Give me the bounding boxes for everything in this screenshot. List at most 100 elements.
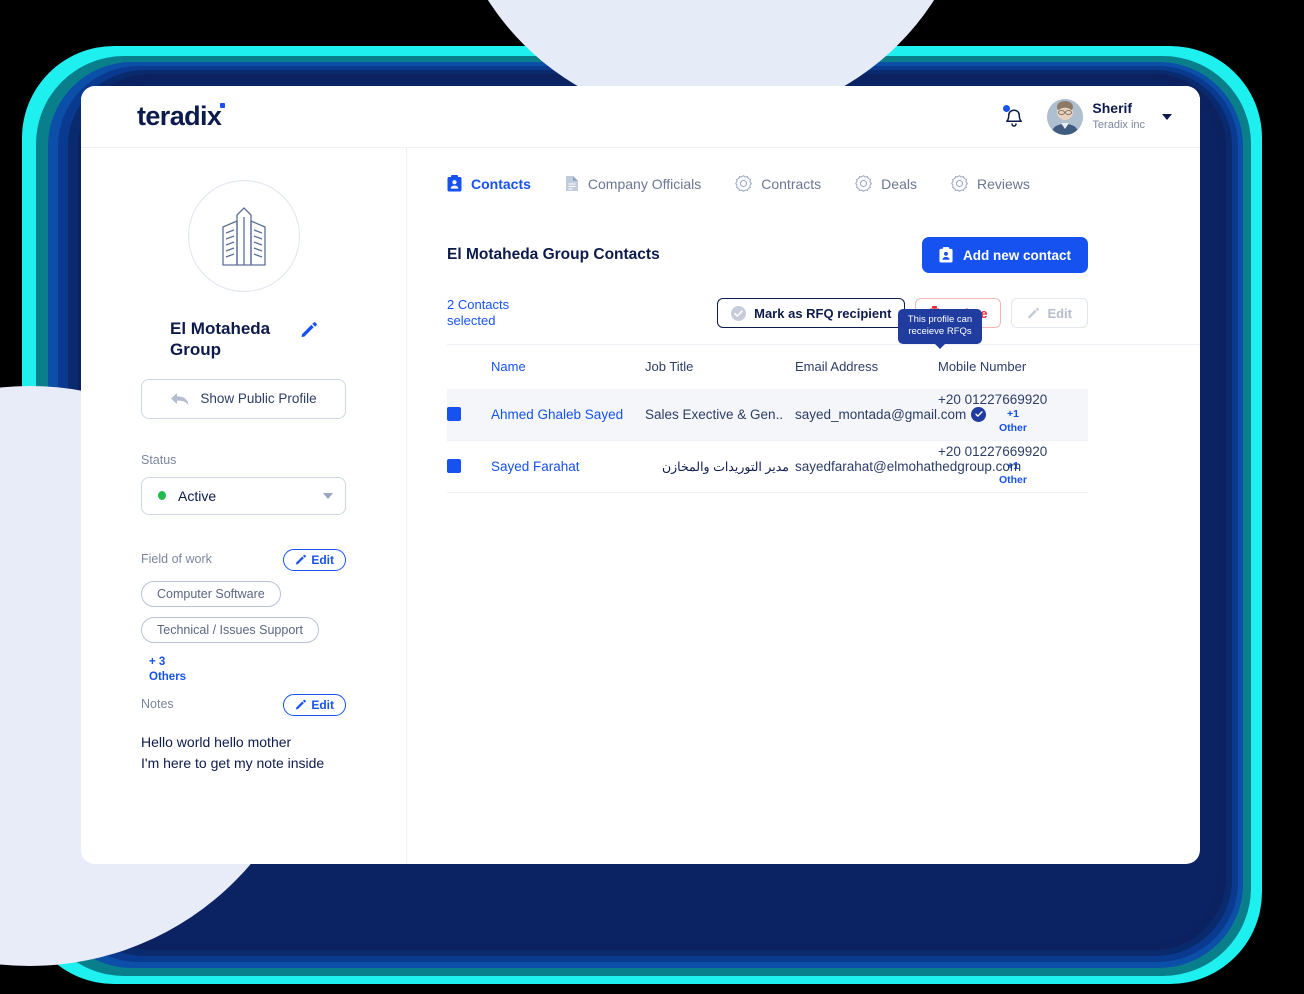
edit-notes-label: Edit [311,697,334,712]
badge-gear-icon [950,175,968,192]
add-new-contact-button[interactable]: Add new contact [921,237,1088,273]
badge-gear-icon [735,175,753,192]
tab-company-officials-label: Company Officials [587,175,702,192]
add-new-contact-label: Add new contact [962,247,1071,263]
status-select[interactable]: Active [141,476,346,515]
main-panel: Contacts Company Officials Contracts Dea… [407,148,1200,864]
rfq-tooltip-line-1: This profile can [907,313,973,325]
app-window: teradix Sherif Teradix inc El Motaheda G… [81,86,1200,864]
edit-field-of-work-button[interactable]: Edit [283,548,346,571]
sidebar: El Motaheda Group Show Public Profile St… [81,148,407,864]
row-email-cell: sayedfarahat@elmohathedgroup.com [795,459,1021,474]
tab-company-officials[interactable]: Company Officials [565,175,701,195]
tag-item[interactable]: Computer Software [141,580,281,607]
tab-reviews-label: Reviews [976,175,1030,192]
row-email: sayed_montada@gmail.com [795,406,967,422]
table-header-row: Name Job Title Email Address Mobile Numb… [447,345,1088,389]
row-email: sayedfarahat@elmohathedgroup.com [795,458,1022,474]
check-circle-icon [731,305,747,321]
pencil-icon [1028,308,1040,319]
selection-toolbar: 2 Contacts selected Mark as RFQ recipien… [447,297,1200,345]
avatar-image [1047,98,1084,135]
table-row[interactable]: Ahmed Ghaleb Sayed Sales Exective & Gen.… [447,388,1088,441]
user-org: Teradix inc [1092,118,1145,131]
tab-deals-label: Deals [881,175,917,192]
status-dot-icon [158,491,166,500]
row-mobile-more-label: Other [998,422,1027,434]
tag-item[interactable]: Technical / Issues Support [141,616,319,643]
row-checkbox-cell [447,407,491,421]
mark-as-rfq-recipient-button[interactable]: Mark as RFQ recipient [717,298,906,329]
verified-rfq-icon[interactable] [971,406,987,422]
edit-company-name-button[interactable] [300,318,317,343]
page-title: El Motaheda Group Contacts [447,246,660,263]
edit-field-of-work-label: Edit [311,552,334,567]
chevron-down-icon [1162,113,1172,120]
row-job-title: مدير التوريدات والمخازن [661,459,789,474]
field-of-work-row: Field of work Edit [141,548,346,571]
pencil-icon [296,554,307,565]
top-bar-right: Sherif Teradix inc [1003,98,1172,135]
show-public-profile-button[interactable]: Show Public Profile [141,378,346,419]
row-mobile: +20 01227669920 [938,392,1048,408]
row-checkbox[interactable] [447,407,461,421]
mark-as-rfq-recipient-label: Mark as RFQ recipient [754,305,892,321]
brand-logo-text: teradix [137,101,222,131]
edit-button[interactable]: Edit [1011,298,1088,329]
pencil-icon [301,322,317,337]
tab-reviews[interactable]: Reviews [950,175,1030,195]
notes-label: Notes [141,697,174,712]
rfq-tooltip-line-2: receieve RFQs [908,325,972,337]
notification-badge-dot [1003,104,1011,112]
office-building-icon [221,207,266,266]
row-checkbox[interactable] [447,459,461,473]
selection-count: 2 Contacts selected [447,297,509,330]
tab-deals[interactable]: Deals [855,175,917,195]
tab-contacts[interactable]: Contacts [447,175,531,195]
row-name[interactable]: Sayed Farahat [491,459,645,474]
notes-line-1: Hello world hello mother [141,733,292,750]
badge-gear-icon [855,175,873,192]
field-of-work-label: Field of work [141,552,212,566]
content-area: El Motaheda Group Show Public Profile St… [81,148,1200,864]
row-name[interactable]: Ahmed Ghaleb Sayed [491,407,645,422]
notes-line-2: I'm here to get my note inside [141,754,325,771]
table-row[interactable]: Sayed Farahat مدير التوريدات والمخازن sa… [447,441,1088,493]
column-header-job-title: Job Title [645,359,694,374]
document-icon [565,176,578,191]
panel-header: El Motaheda Group Contacts Add new conta… [447,237,1200,273]
row-job-title: Sales Exective & Gen.. [645,406,784,422]
notes-row: Notes Edit [141,693,346,716]
contact-card-icon [939,247,953,263]
more-tags-button[interactable]: + 3 Others [141,655,346,686]
selection-count-line-1: 2 Contacts [447,297,510,312]
selection-count-line-2: selected [447,313,496,329]
user-meta: Sherif Teradix inc [1092,100,1145,132]
company-name-row: El Motaheda Group [141,318,346,361]
user-menu[interactable]: Sherif Teradix inc [1047,98,1172,135]
brand-logo-dot [220,103,225,108]
edit-notes-button[interactable]: Edit [283,693,346,716]
edit-label: Edit [1047,305,1072,321]
chevron-down-icon [323,492,333,499]
brand-logo[interactable]: teradix [137,101,225,132]
avatar [1047,98,1084,135]
row-mobile: +20 01227669920 [938,444,1048,460]
show-public-profile-label: Show Public Profile [200,391,317,406]
status-label: Status [141,452,177,467]
contacts-table: Name Job Title Email Address Mobile Numb… [447,308,1200,493]
column-header-name: Name [491,359,526,374]
more-tags-label: Others [149,671,187,684]
field-of-work-tags: Computer Software Technical / Issues Sup… [141,571,346,643]
rfq-tooltip: This profile can receieve RFQs [898,308,982,345]
check-icon [975,411,983,417]
company-name: El Motaheda Group [170,319,271,360]
notification-bell-button[interactable] [1003,104,1025,129]
row-email-cell: sayed_montada@gmail.com [795,406,987,422]
tab-contracts[interactable]: Contracts [735,175,821,195]
notes-text: Hello world hello mother I'm here to get… [141,732,346,774]
row-checkbox-cell [447,459,491,473]
column-header-email: Email Address [795,359,879,374]
tab-contracts-label: Contracts [761,175,822,192]
tab-contacts-label: Contacts [471,175,531,192]
